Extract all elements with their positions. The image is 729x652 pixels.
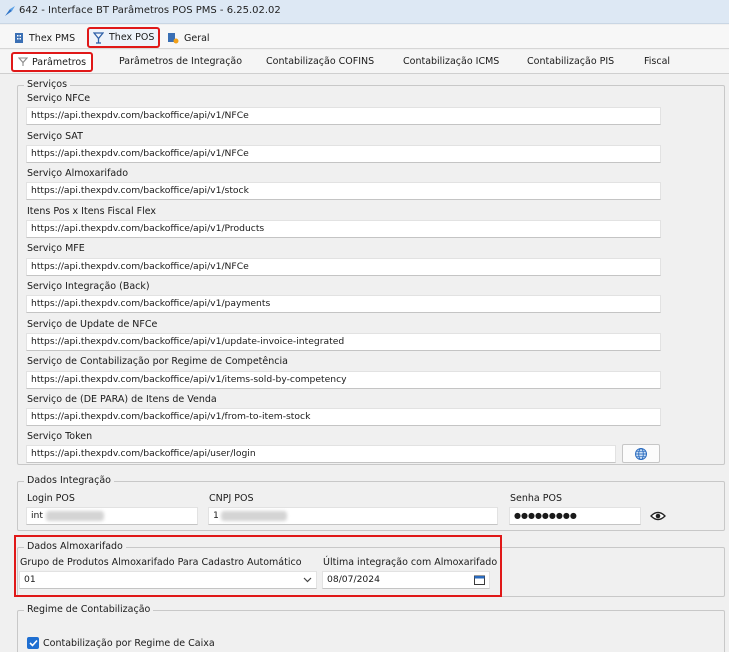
regime-legend: Regime de Contabilização	[24, 604, 154, 615]
tab-contabilizacao-cofins[interactable]: Contabilização COFINS	[266, 56, 374, 70]
login-pos-value: int	[31, 510, 43, 521]
glass-icon	[93, 31, 104, 44]
servico-token-field[interactable]: https://api.thexpdv.com/backoffice/api/u…	[26, 445, 616, 463]
eye-icon	[650, 511, 666, 521]
tab-contabilizacao-icms[interactable]: Contabilização ICMS	[403, 56, 499, 70]
servico-mfe-field[interactable]: https://api.thexpdv.com/backoffice/api/v…	[26, 258, 661, 276]
redacted-mark	[220, 510, 287, 521]
globe-icon	[635, 447, 647, 460]
tab-geral[interactable]: Geral	[163, 29, 214, 47]
tab-fiscal[interactable]: Fiscal	[644, 56, 670, 70]
dados-integracao-legend: Dados Integração	[24, 475, 114, 486]
servico-nfce-label: Serviço NFCe	[27, 93, 91, 104]
tab-parametros-integracao[interactable]: Parâmetros de Integração	[119, 56, 242, 70]
cnpj-pos-value: 1	[213, 510, 219, 521]
tab-parametros[interactable]: Parâmetros	[11, 52, 94, 72]
regime-caixa-label: Contabilização por Regime de Caixa	[43, 638, 215, 649]
login-pos-field[interactable]: int	[26, 507, 198, 525]
document-gear-icon	[168, 33, 179, 44]
servico-nfce-field[interactable]: https://api.thexpdv.com/backoffice/api/v…	[26, 107, 661, 125]
servico-update-nfce-label: Serviço de Update de NFCe	[27, 319, 158, 330]
tab-thex-pos[interactable]: Thex POS	[87, 27, 161, 48]
window-title: 642 - Interface BT Parâmetros POS PMS - …	[19, 5, 281, 16]
servicos-legend: Serviços	[24, 79, 71, 90]
tab-thex-pms-label: Thex PMS	[29, 32, 76, 44]
servico-integracao-field[interactable]: https://api.thexpdv.com/backoffice/api/v…	[26, 295, 661, 313]
senha-pos-field[interactable]: ●●●●●●●●●	[509, 507, 641, 525]
servico-mfe-label: Serviço MFE	[27, 243, 85, 254]
servico-almoxarifado-label: Serviço Almoxarifado	[27, 168, 129, 179]
itens-pos-field[interactable]: https://api.thexpdv.com/backoffice/api/v…	[26, 220, 661, 238]
tab-parametros-label: Parâmetros	[32, 56, 87, 68]
globe-button[interactable]	[622, 444, 660, 463]
servico-de-para-field[interactable]: https://api.thexpdv.com/backoffice/api/v…	[26, 408, 661, 426]
servico-update-nfce-field[interactable]: https://api.thexpdv.com/backoffice/api/v…	[26, 333, 661, 351]
login-pos-label: Login POS	[27, 493, 75, 504]
building-icon	[15, 33, 23, 43]
itens-pos-label: Itens Pos x Itens Fiscal Flex	[27, 206, 157, 217]
servico-integracao-label: Serviço Integração (Back)	[27, 281, 150, 292]
tab-geral-label: Geral	[184, 32, 210, 44]
app-icon	[5, 6, 15, 16]
show-password-button[interactable]	[648, 507, 668, 525]
tab-thex-pms[interactable]: Thex PMS	[10, 29, 79, 47]
senha-pos-label: Senha POS	[510, 493, 562, 504]
top-tab-bar: Thex PMS Thex POS Geral	[0, 25, 729, 49]
servico-sat-field[interactable]: https://api.thexpdv.com/backoffice/api/v…	[26, 145, 661, 163]
regime-caixa-checkbox[interactable]	[27, 637, 39, 649]
tab-thex-pos-label: Thex POS	[109, 32, 155, 43]
servico-sat-label: Serviço SAT	[27, 131, 83, 142]
servico-competencia-label: Serviço de Contabilização por Regime de …	[27, 356, 288, 367]
window-titlebar: 642 - Interface BT Parâmetros POS PMS - …	[0, 0, 729, 24]
cnpj-pos-field[interactable]: 1	[208, 507, 498, 525]
highlight-dados-almoxarifado	[14, 535, 502, 597]
servico-token-label: Serviço Token	[27, 431, 93, 442]
servico-competencia-field[interactable]: https://api.thexpdv.com/backoffice/api/v…	[26, 371, 661, 389]
servico-de-para-label: Serviço de (DE PARA) de Itens de Venda	[27, 394, 217, 405]
redacted-mark	[45, 510, 104, 521]
servico-almoxarifado-field[interactable]: https://api.thexpdv.com/backoffice/api/v…	[26, 182, 661, 200]
cnpj-pos-label: CNPJ POS	[209, 493, 254, 504]
glass-icon	[18, 57, 28, 66]
tab-contabilizacao-pis[interactable]: Contabilização PIS	[527, 56, 614, 70]
checkmark-icon	[28, 639, 38, 647]
sub-tab-bar: Parâmetros Parâmetros de Integração Cont…	[0, 50, 729, 74]
